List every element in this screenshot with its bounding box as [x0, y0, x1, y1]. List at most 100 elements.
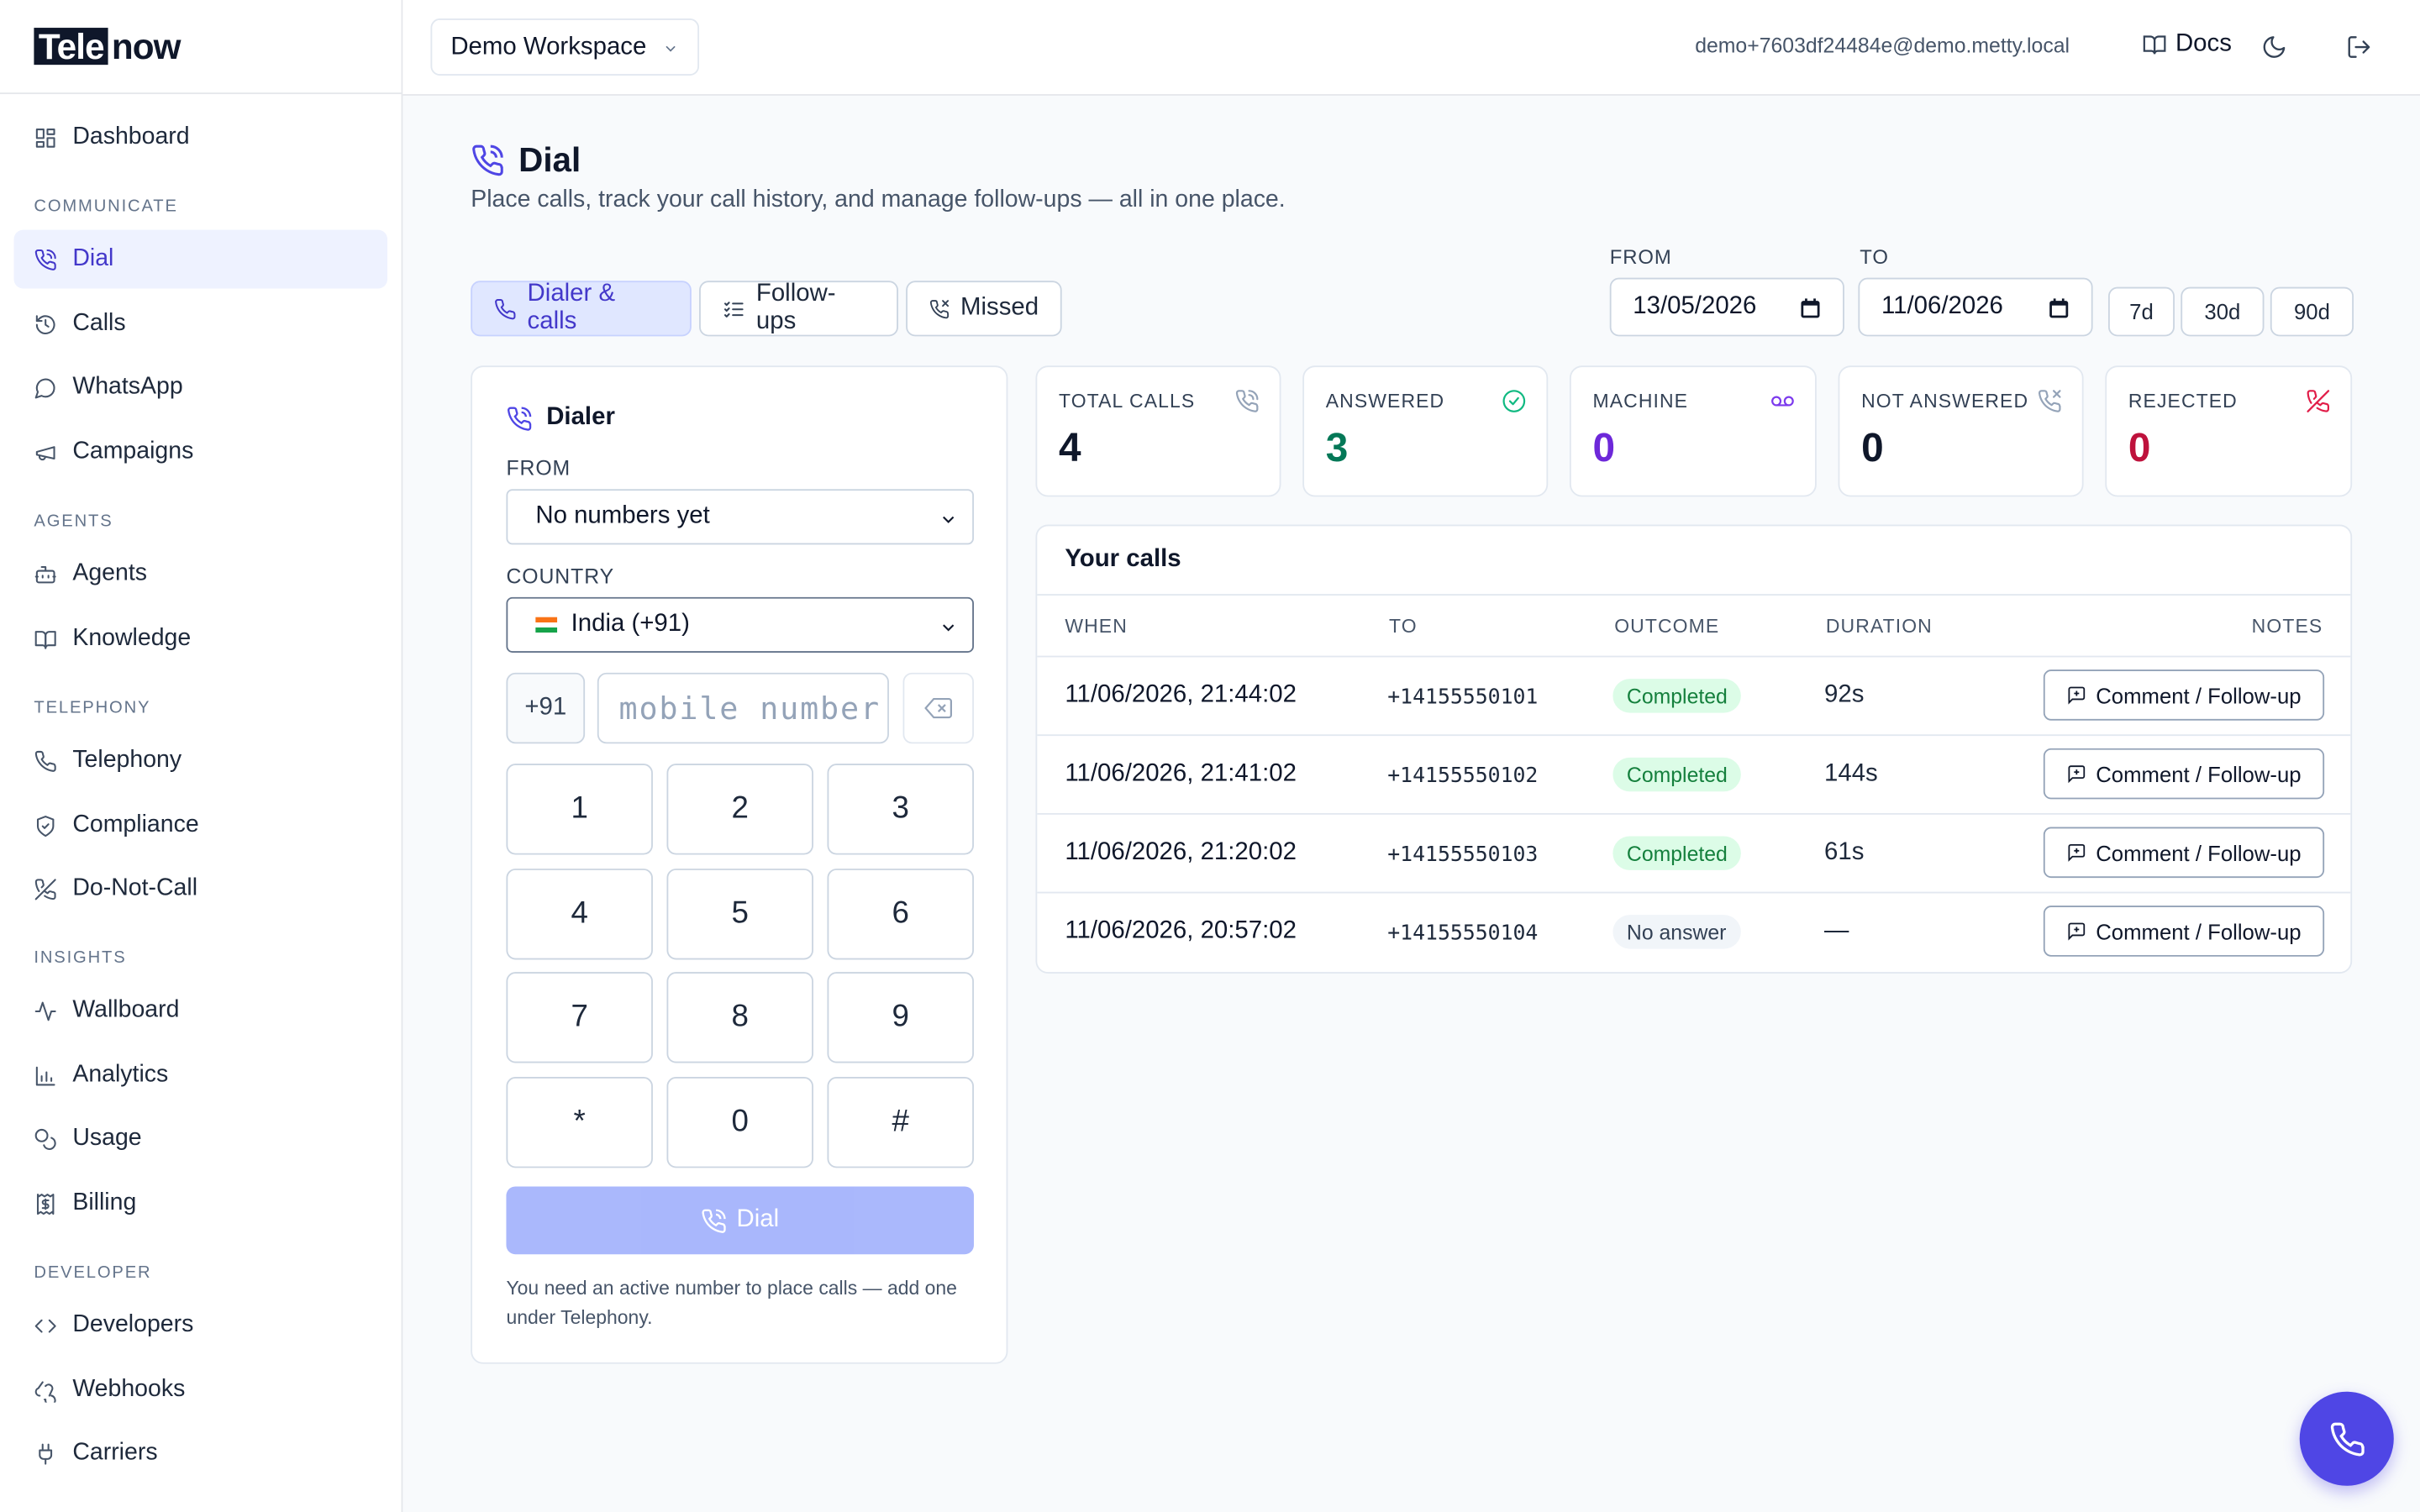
sidebar-item-carriers[interactable]: Carriers	[14, 1424, 387, 1483]
button-label: Comment / Follow-up	[2096, 682, 2302, 708]
sidebar-item-label: Analytics	[72, 1061, 169, 1088]
keypad-key-8[interactable]: 8	[666, 972, 813, 1063]
backspace-button[interactable]	[902, 672, 974, 744]
tab-dialer-calls[interactable]: Dialer & calls	[471, 281, 692, 337]
sidebar-item-webhooks[interactable]: Webhooks	[14, 1361, 387, 1420]
sidebar-item-do-not-call[interactable]: Do-Not-Call	[14, 859, 387, 918]
stat-card-not-answered: NOT ANSWERED 0	[1838, 365, 2084, 497]
sidebar-item-whatsapp[interactable]: WhatsApp	[14, 358, 387, 417]
dial-button-label: Dial	[736, 1206, 780, 1233]
phone-off-icon	[2307, 390, 2330, 412]
section-communicate: COMMUNICATE	[34, 197, 178, 217]
range-7d-button[interactable]: 7d	[2107, 286, 2175, 337]
workspace-switcher[interactable]: Demo Workspace	[430, 18, 700, 76]
sidebar-item-agents[interactable]: Agents	[14, 544, 387, 603]
column-header-notes: NOTES	[2251, 615, 2323, 638]
comment-follow-up-button[interactable]: Comment / Follow-up	[2043, 669, 2325, 721]
floating-call-button[interactable]	[2299, 1391, 2394, 1486]
section-telephony: TELEPHONY	[34, 699, 151, 718]
sidebar-item-dial[interactable]: Dial	[13, 229, 388, 289]
sidebar-item-wallboard[interactable]: Wallboard	[14, 981, 387, 1040]
range-30d-button[interactable]: 30d	[2181, 286, 2265, 337]
tab-missed[interactable]: Missed	[906, 281, 1062, 337]
keypad-key-4[interactable]: 4	[506, 869, 653, 960]
keypad-key-2[interactable]: 2	[666, 764, 813, 855]
stat-label: NOT ANSWERED	[1861, 390, 2029, 412]
country-code-prefix: +91	[506, 672, 586, 744]
phone-number-input[interactable]	[597, 672, 889, 744]
from-date-input[interactable]: 13/05/2026	[1609, 277, 1844, 337]
call-time: 11/06/2026, 21:20:02	[1065, 839, 1297, 866]
sidebar-item-calls[interactable]: Calls	[14, 295, 387, 354]
page-subtitle: Place calls, track your call history, an…	[471, 186, 1286, 213]
dialer-title-row: Dialer	[506, 404, 615, 432]
workspace-name: Demo Workspace	[450, 33, 647, 60]
sidebar-item-billing[interactable]: Billing	[14, 1174, 387, 1233]
phone-missed-icon	[2038, 390, 2061, 412]
sidebar-item-compliance[interactable]: Compliance	[14, 796, 387, 855]
call-time: 11/06/2026, 20:57:02	[1065, 917, 1297, 945]
dialer-help-text: You need an active number to place calls…	[506, 1277, 957, 1329]
country-select[interactable]: India (+91)	[506, 596, 974, 653]
stat-card-total-calls: TOTAL CALLS 4	[1035, 365, 1281, 497]
from-number-select[interactable]: No numbers yet	[506, 489, 974, 545]
phone-icon	[508, 406, 532, 430]
tab-label: Dialer & calls	[527, 281, 616, 335]
message-square-plus-icon	[2068, 922, 2086, 941]
phone-icon	[34, 749, 56, 771]
call-number: +14155550102	[1387, 764, 1539, 789]
keypad-key-6[interactable]: 6	[827, 869, 974, 960]
sidebar-item-label: Dial	[72, 245, 114, 272]
sidebar-item-label: Telephony	[72, 746, 182, 774]
keypad-key-7[interactable]: 7	[506, 972, 653, 1063]
sidebar-item-label: Usage	[72, 1124, 142, 1152]
sidebar-item-knowledge[interactable]: Knowledge	[14, 610, 387, 669]
docs-link[interactable]: Docs	[2142, 31, 2232, 59]
section-developer: DEVELOPER	[34, 1263, 152, 1283]
phone-missed-icon	[929, 299, 950, 318]
button-label: Comment / Follow-up	[2096, 761, 2302, 786]
keypad-key-0[interactable]: 0	[666, 1077, 813, 1168]
calendar-icon	[2049, 298, 2069, 318]
table-row: 11/06/2026, 20:57:02 +14155550104 No ans…	[1037, 891, 2351, 971]
comment-follow-up-button[interactable]: Comment / Follow-up	[2043, 906, 2325, 957]
call-number: +14155550104	[1387, 921, 1539, 946]
stat-label: TOTAL CALLS	[1059, 390, 1196, 412]
stat-value: 0	[1861, 424, 1884, 471]
stat-value: 0	[2128, 424, 2151, 471]
dial-button[interactable]: Dial	[506, 1186, 974, 1255]
comment-follow-up-button[interactable]: Comment / Follow-up	[2043, 748, 2325, 800]
status-badge: Completed	[1612, 836, 1742, 870]
page-header: Dial	[471, 140, 581, 181]
sidebar-item-dashboard[interactable]: Dashboard	[14, 108, 387, 167]
keypad-key-1[interactable]: 1	[506, 764, 653, 855]
sidebar-item-telephony[interactable]: Telephony	[14, 732, 387, 790]
range-90d-button[interactable]: 90d	[2270, 286, 2354, 337]
megaphone-icon	[35, 445, 55, 460]
country-value: India (+91)	[571, 611, 690, 638]
moon-icon[interactable]	[2261, 34, 2287, 60]
keypad-key-5[interactable]: 5	[666, 869, 813, 960]
table-row: 11/06/2026, 21:44:02 +14155550101 Comple…	[1037, 655, 2351, 735]
to-date-input[interactable]: 11/06/2026	[1858, 277, 2093, 337]
keypad-key-9[interactable]: 9	[827, 972, 974, 1063]
sidebar-item-usage[interactable]: Usage	[14, 1110, 387, 1168]
tab-label: Missed	[960, 294, 1039, 322]
sidebar-item-campaigns[interactable]: Campaigns	[14, 423, 387, 481]
call-number: +14155550101	[1387, 685, 1539, 710]
sidebar-item-label: Carriers	[72, 1439, 158, 1466]
brand-logo[interactable]: Tele now	[0, 0, 402, 95]
sidebar-item-developers[interactable]: Developers	[14, 1296, 387, 1355]
keypad-key-hash[interactable]: #	[827, 1077, 974, 1168]
column-header-outcome: OUTCOME	[1614, 615, 1720, 638]
logout-icon[interactable]	[2346, 34, 2372, 60]
button-label: Comment / Follow-up	[2096, 840, 2302, 865]
phone-off-icon	[34, 878, 56, 900]
coins-icon	[34, 1127, 56, 1150]
comment-follow-up-button[interactable]: Comment / Follow-up	[2043, 827, 2325, 879]
tab-follow-ups[interactable]: Follow-ups	[699, 281, 898, 337]
sidebar-item-analytics[interactable]: Analytics	[14, 1046, 387, 1105]
stat-value: 0	[1592, 424, 1616, 471]
keypad-key-3[interactable]: 3	[827, 764, 974, 855]
keypad-key-star[interactable]: *	[506, 1077, 653, 1168]
